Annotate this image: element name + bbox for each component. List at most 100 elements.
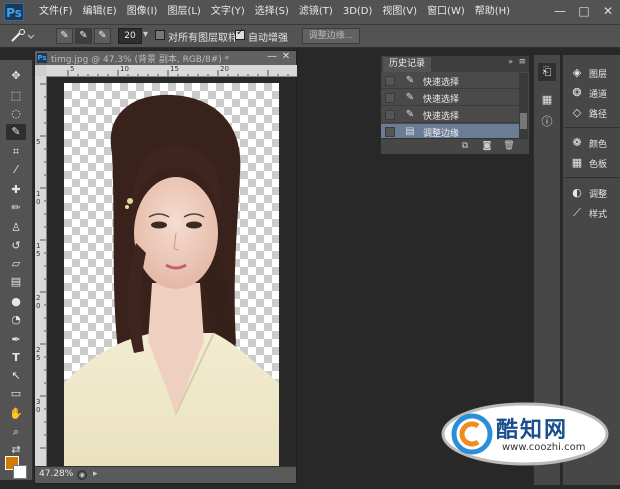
brush-size-arrow-icon[interactable]: ▾ [143, 29, 148, 40]
status-arrow-icon[interactable]: ▸ [93, 469, 98, 479]
blur-tool-icon[interactable]: ● [6, 294, 26, 310]
layers-icon: ◈ [572, 66, 582, 79]
photoshop-logo: Ps [4, 3, 24, 21]
dock-label: 颜色 [589, 140, 608, 150]
dock-channels[interactable]: ❂ 通道 [563, 83, 620, 103]
quick-selection-tool-icon[interactable]: ✎ [6, 124, 26, 140]
new-document-from-state-icon[interactable]: ⧉ [459, 140, 471, 152]
history-tab[interactable]: 历史记录 [383, 57, 432, 72]
history-scroll-thumb[interactable] [520, 113, 527, 129]
menu-bar: Ps 文件(F) 编辑(E) 图像(I) 图层(L) 文字(Y) 选择(S) 滤… [0, 0, 620, 25]
horizontal-ruler[interactable]: 5 10 15 20 [46, 65, 297, 77]
menu-filter[interactable]: 滤镜(T) [294, 0, 338, 24]
hand-tool-icon[interactable]: ✋ [6, 406, 26, 422]
move-tool-icon[interactable]: ✥ [6, 68, 26, 84]
type-tool-icon[interactable]: T [6, 350, 26, 366]
refine-edge-button[interactable]: 调整边缘... [302, 28, 360, 44]
menu-window[interactable]: 窗口(W) [422, 0, 470, 24]
panel-menu-icon[interactable]: ≡ [518, 57, 526, 67]
watermark-url: www.coozhi.com [502, 442, 586, 453]
zoom-tool-icon[interactable]: ⌕ [6, 424, 26, 440]
history-panel-icon[interactable]: ⎗ [538, 63, 556, 81]
gradient-tool-icon[interactable]: ▤ [6, 274, 26, 290]
properties-panel-icon[interactable]: ▦ [538, 91, 556, 109]
styles-icon: ⟋ [573, 206, 581, 219]
history-scrollbar[interactable] [519, 73, 528, 139]
dock-paths[interactable]: ◇ 路径 [563, 103, 620, 123]
options-bar: ✎ ✎ ✎ 20 ▾ 对所有图层取样 自动增强 调整边缘... [0, 25, 620, 48]
document-image[interactable] [64, 83, 279, 467]
auto-enhance-checkbox[interactable] [235, 27, 245, 40]
document-minimize-button[interactable]: — [266, 51, 278, 63]
menu-select[interactable]: 选择(S) [250, 0, 294, 24]
history-item[interactable]: ✎ 快速选择 [381, 90, 519, 106]
eraser-tool-icon[interactable]: ▱ [6, 256, 26, 272]
healing-brush-tool-icon[interactable]: ✚ [6, 182, 26, 198]
history-item[interactable]: ✎ 快速选择 [381, 107, 519, 123]
pen-tool-icon[interactable]: ✒ [6, 332, 26, 348]
menu-help[interactable]: 帮助(H) [470, 0, 515, 24]
menu-edit[interactable]: 编辑(E) [78, 0, 122, 24]
new-selection-brush-icon[interactable]: ✎ [56, 28, 73, 44]
rectangle-tool-icon[interactable]: ▭ [6, 386, 26, 402]
history-tabbar: 历史记录 » ≡ [381, 56, 529, 72]
dock-layers[interactable]: ◈ 图层 [563, 63, 620, 83]
history-snapshot-checkbox[interactable] [385, 76, 395, 86]
quick-selection-tool-icon[interactable] [8, 28, 34, 44]
ruler-corner[interactable] [35, 65, 46, 76]
history-footer: ⧉ ◙ 🗑 [381, 138, 529, 154]
dock-label: 调整 [589, 190, 608, 200]
color-icon: ❁ [572, 136, 582, 149]
eyedropper-tool-icon[interactable]: ⁄ [6, 162, 26, 178]
history-item[interactable]: ✎ 快速选择 [381, 73, 519, 89]
swatches-icon: ▦ [571, 156, 583, 169]
document-close-button[interactable]: ✕ [280, 51, 292, 63]
menu-image[interactable]: 图像(I) [122, 0, 163, 24]
ruler-v-label: 1 5 [36, 242, 41, 258]
refine-edge-history-icon: ▤ [405, 126, 415, 137]
info-icon[interactable]: ⓘ [538, 113, 556, 131]
subtract-from-selection-brush-icon[interactable]: ✎ [94, 28, 111, 44]
trash-icon[interactable]: 🗑 [503, 140, 515, 152]
tools-panel: ✥ ⬚ ◌ ✎ ⌗ ⁄ ✚ ✏ ♙ ↺ ▱ ▤ ● ◔ ✒ T ↖ ▭ ✋ ⌕ … [0, 60, 33, 480]
maximize-button[interactable]: □ [572, 0, 596, 24]
menu-file[interactable]: 文件(F) [34, 0, 78, 24]
quick-selection-history-icon: ✎ [405, 109, 415, 120]
menu-type[interactable]: 文字(Y) [206, 0, 250, 24]
status-info-icon[interactable]: ◉ [77, 470, 87, 480]
canvas-area[interactable] [47, 77, 296, 467]
dock-adjustments[interactable]: ◐ 调整 [563, 183, 620, 203]
history-snapshot-checkbox[interactable] [385, 127, 395, 137]
crop-tool-icon[interactable]: ⌗ [6, 144, 26, 160]
dock-color[interactable]: ❁ 颜色 [563, 133, 620, 153]
ruler-v-label: 5 [36, 138, 41, 146]
ruler-v-label: 2 0 [36, 294, 41, 310]
menu-3d[interactable]: 3D(D) [338, 0, 378, 24]
new-snapshot-icon[interactable]: ◙ [481, 140, 493, 152]
add-to-selection-brush-icon[interactable]: ✎ [75, 28, 92, 44]
document-titlebar[interactable]: Ps timg.jpg @ 47.3% (背景 副本, RGB/8#) * — … [35, 51, 296, 65]
dodge-tool-icon[interactable]: ◔ [6, 312, 26, 328]
sample-all-layers-checkbox[interactable] [155, 30, 165, 40]
minimize-button[interactable]: — [548, 0, 572, 24]
dock-styles[interactable]: ⟋ 样式 [563, 203, 620, 223]
vertical-ruler[interactable]: 5 1 0 1 5 2 0 2 5 3 0 [35, 76, 47, 466]
background-color-swatch[interactable] [13, 465, 27, 479]
marquee-tool-icon[interactable]: ⬚ [6, 88, 26, 104]
panel-collapse-icon[interactable]: » [508, 57, 513, 66]
menu-view[interactable]: 视图(V) [377, 0, 422, 24]
brush-tool-icon[interactable]: ✏ [6, 200, 26, 216]
path-selection-tool-icon[interactable]: ↖ [6, 368, 26, 384]
clone-stamp-tool-icon[interactable]: ♙ [6, 220, 26, 236]
dock-label: 图层 [589, 70, 608, 80]
close-button[interactable]: ✕ [596, 0, 620, 24]
brush-size-picker[interactable]: 20 [118, 28, 142, 44]
history-snapshot-checkbox[interactable] [385, 110, 395, 120]
dock-swatches[interactable]: ▦ 色板 [563, 153, 620, 173]
zoom-level[interactable]: 47.28% [39, 469, 73, 479]
menu-layer[interactable]: 图层(L) [162, 0, 205, 24]
history-brush-tool-icon[interactable]: ↺ [6, 238, 26, 254]
document-window: Ps timg.jpg @ 47.3% (背景 副本, RGB/8#) * — … [34, 50, 297, 484]
history-snapshot-checkbox[interactable] [385, 93, 395, 103]
lasso-tool-icon[interactable]: ◌ [6, 106, 26, 122]
